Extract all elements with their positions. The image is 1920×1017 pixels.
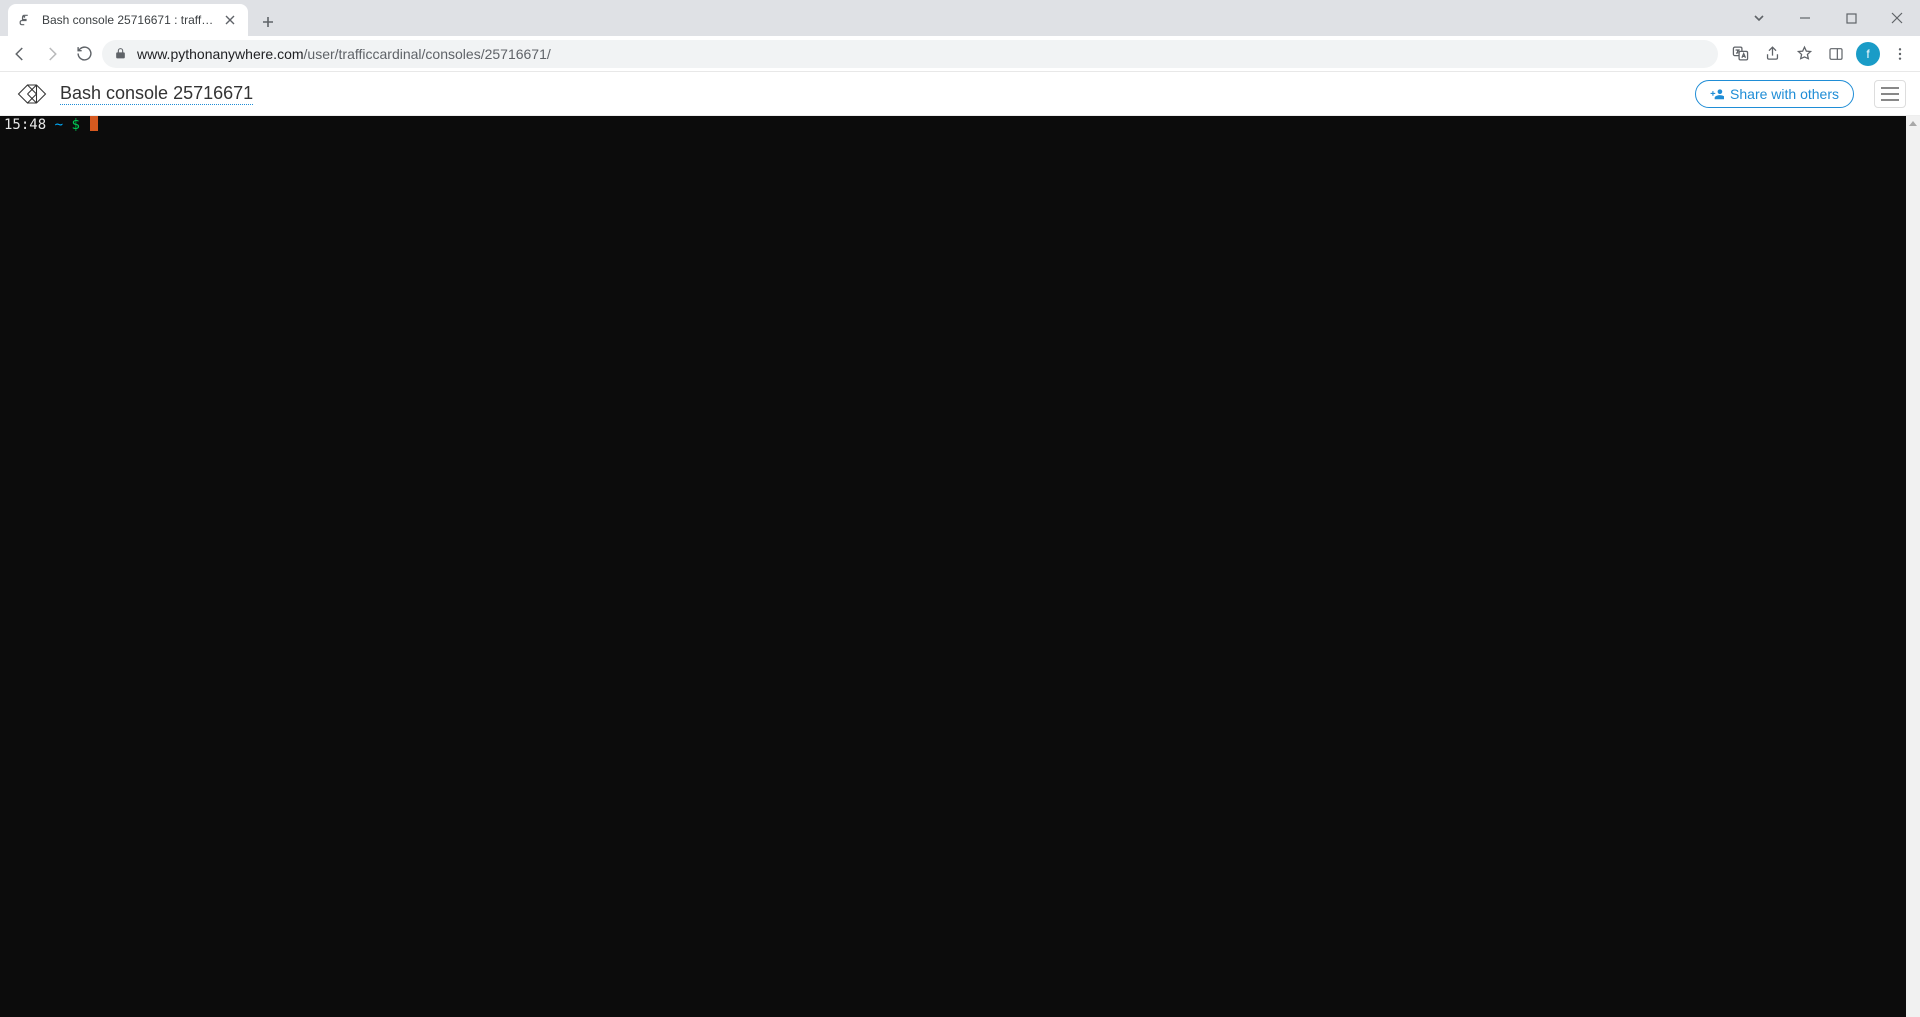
address-url-host: www.pythonanywhere.com [137,46,304,62]
lock-icon [114,47,127,60]
terminal-prompt-symbol: $ [71,117,79,133]
window-close-button[interactable] [1874,0,1920,36]
share-button-label: Share with others [1730,86,1839,102]
window-minimize-button[interactable] [1782,0,1828,36]
terminal-time: 15:48 [4,117,46,133]
forward-button[interactable] [38,40,66,68]
new-tab-button[interactable] [254,8,282,36]
tab-favicon-snake-icon [18,12,34,28]
scroll-up-icon[interactable] [1906,116,1920,130]
close-tab-button[interactable] [222,12,238,28]
terminal-cursor [90,116,98,131]
tab-strip: Bash console 25716671 : trafficcardinal [0,0,1920,36]
window-maximize-button[interactable] [1828,0,1874,36]
tab-search-button[interactable] [1736,0,1782,36]
hamburger-menu-button[interactable] [1874,80,1906,108]
address-url: www.pythonanywhere.com/user/trafficcardi… [137,46,551,62]
pythonanywhere-logo-icon[interactable] [14,79,50,109]
address-url-path: /user/trafficcardinal/consoles/25716671/ [304,46,551,62]
profile-avatar[interactable]: f [1854,40,1882,68]
terminal[interactable]: 15:48 ~ $ [0,116,1906,1017]
page-scrollbar[interactable] [1906,116,1920,1017]
person-add-icon [1710,87,1724,101]
share-page-icon[interactable] [1758,40,1786,68]
avatar-letter: f [1856,42,1880,66]
toolbar-right-icons: f [1726,40,1914,68]
browser-menu-button[interactable] [1886,40,1914,68]
terminal-prompt-line: 15:48 ~ $ [4,116,1902,134]
window-controls [1736,0,1920,36]
address-bar[interactable]: www.pythonanywhere.com/user/trafficcardi… [102,40,1718,68]
browser-toolbar: www.pythonanywhere.com/user/trafficcardi… [0,36,1920,72]
translate-icon[interactable] [1726,40,1754,68]
reload-button[interactable] [70,40,98,68]
bookmark-star-icon[interactable] [1790,40,1818,68]
tab-title: Bash console 25716671 : trafficcardinal [42,13,214,27]
back-button[interactable] [6,40,34,68]
terminal-wrap: 15:48 ~ $ [0,116,1920,1017]
side-panel-icon[interactable] [1822,40,1850,68]
share-with-others-button[interactable]: Share with others [1695,80,1854,108]
terminal-cwd: ~ [55,117,63,133]
page-header: Bash console 25716671 Share with others [0,72,1920,116]
browser-tab[interactable]: Bash console 25716671 : trafficcardinal [8,4,248,36]
browser-chrome-top: Bash console 25716671 : trafficcardinal [0,0,1920,72]
console-title[interactable]: Bash console 25716671 [60,83,253,105]
